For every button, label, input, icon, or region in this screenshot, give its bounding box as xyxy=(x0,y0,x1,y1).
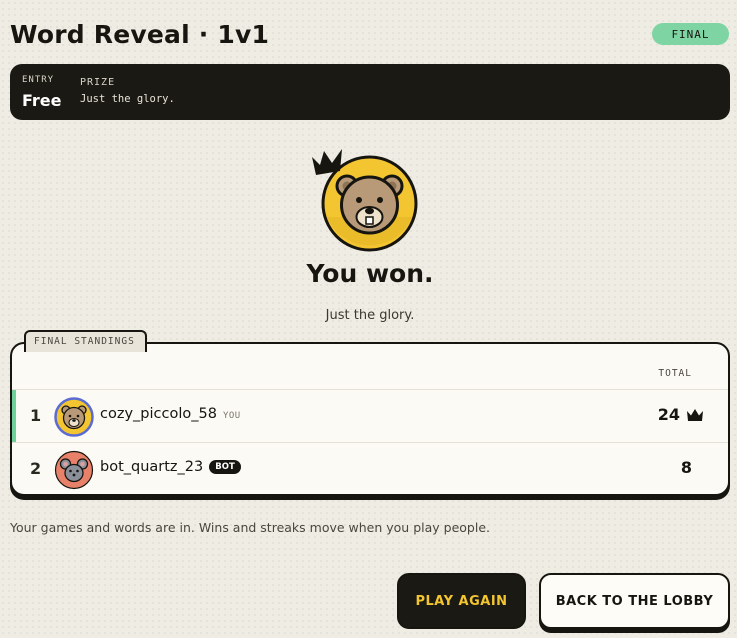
prize-value: Just the glory. xyxy=(80,93,175,105)
player-name-text: cozy_piccolo_58 xyxy=(100,406,217,422)
back-to-lobby-button[interactable]: BACK TO THE LOBBY xyxy=(539,573,730,629)
standings-tab: FINAL STANDINGS xyxy=(24,330,147,352)
player-name: bot_quartz_23 BOT xyxy=(100,459,241,475)
player-score: 8 xyxy=(681,458,692,477)
play-again-button[interactable]: PLAY AGAIN xyxy=(397,573,526,629)
mouse-icon xyxy=(54,450,94,490)
total-column-header: TOTAL xyxy=(658,368,692,379)
table-row: 2 bot_quartz_23 BOT 8 xyxy=(12,442,728,494)
player-name: cozy_piccolo_58 YOU xyxy=(100,406,241,422)
bear-icon xyxy=(54,397,94,437)
result-subtitle: Just the glory. xyxy=(325,308,415,323)
rank: 1 xyxy=(30,406,42,425)
crown-icon xyxy=(687,408,703,421)
page-title: Word Reveal · 1v1 xyxy=(10,20,270,49)
player-score: 24 xyxy=(658,405,704,424)
score-value: 24 xyxy=(657,405,680,424)
you-tag: YOU xyxy=(222,411,241,421)
bot-badge: BOT xyxy=(209,460,241,474)
entry-label: ENTRY xyxy=(22,75,55,85)
score-value: 8 xyxy=(680,458,692,477)
prize-label: PRIZE xyxy=(80,77,116,88)
result-heading: You won. xyxy=(306,259,434,288)
rank: 2 xyxy=(30,459,42,478)
crown-icon xyxy=(312,149,342,175)
status-badge: FINAL xyxy=(652,23,729,45)
winner-indicator xyxy=(12,390,16,443)
player-name-text: bot_quartz_23 xyxy=(100,459,204,475)
entry-value: Free xyxy=(22,91,62,110)
footnote: Your games and words are in. Wins and st… xyxy=(10,520,490,535)
game-info-bar: ENTRY Free PRIZE Just the glory. xyxy=(10,64,730,120)
standings-table: TOTAL 1 cozy_piccolo_58 YOU 24 2 bot_qua… xyxy=(10,342,730,496)
table-row: 1 cozy_piccolo_58 YOU 24 xyxy=(12,389,728,443)
